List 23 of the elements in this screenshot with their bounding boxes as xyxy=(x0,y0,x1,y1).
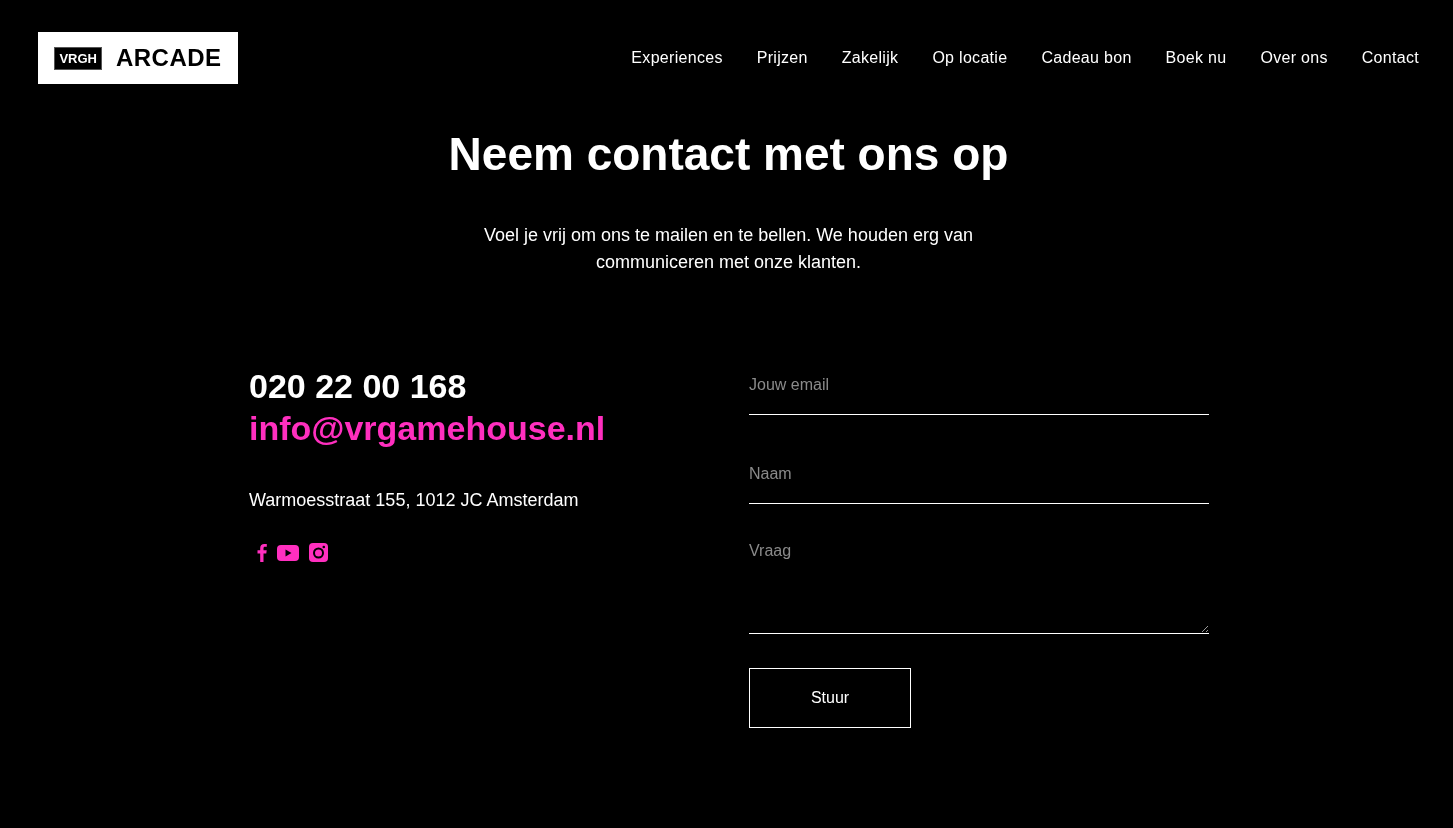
logo-badge: VRGH xyxy=(54,46,102,70)
nav-link[interactable]: Prijzen xyxy=(756,49,808,67)
logo-text: ARCADE xyxy=(115,44,222,72)
intro-text: Voel je vrij om ons te mailen en te bellen. We houden erg van communiceren met onze klanten. xyxy=(483,224,974,274)
phone-number: 020 22 00 168 xyxy=(249,366,467,406)
email-link[interactable]: info@vrgamehouse.nl xyxy=(249,406,606,450)
nav-link[interactable]: Op locatie xyxy=(932,49,1008,67)
submit-button[interactable]: Stuur xyxy=(749,668,911,728)
message-field[interactable]: Vraag xyxy=(749,534,1209,634)
nav-link[interactable]: Zakelijk xyxy=(841,49,899,67)
page-heading: Neem contact met ons op xyxy=(447,128,1010,180)
nav-link[interactable]: Cadeau bon xyxy=(1041,49,1132,67)
logo[interactable]: VRGH ARCADE xyxy=(38,32,238,84)
youtube-icon[interactable] xyxy=(277,544,299,561)
nav-link[interactable]: Boek nu xyxy=(1165,49,1227,67)
text-field[interactable]: Jouw email xyxy=(749,366,1209,415)
text-field[interactable]: Naam xyxy=(749,455,1209,504)
nav-link[interactable]: Experiences xyxy=(631,49,723,67)
address-text: Warmoesstraat 155, 1012 JC Amsterdam xyxy=(249,490,579,511)
nav-link[interactable]: Over ons xyxy=(1260,49,1328,67)
instagram-icon[interactable] xyxy=(309,543,328,562)
nav-link[interactable]: Contact xyxy=(1361,49,1419,67)
facebook-icon[interactable] xyxy=(257,543,267,562)
